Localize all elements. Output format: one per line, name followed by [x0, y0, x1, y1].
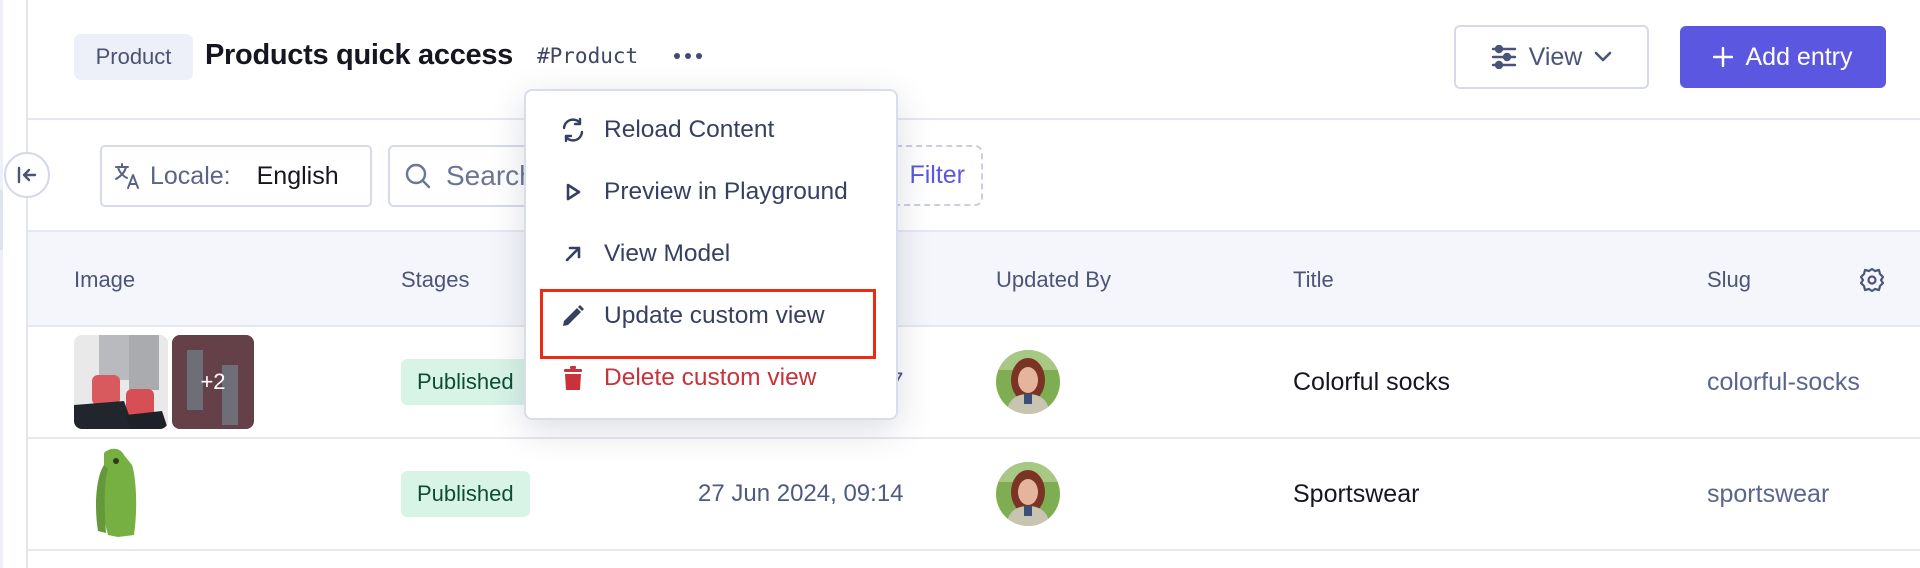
menu-item-label: Delete custom view	[604, 364, 817, 391]
ellipsis-icon	[685, 53, 691, 59]
column-header-updated-by[interactable]: Updated By	[996, 232, 1111, 327]
table-header: Image Stages Updated Updated By Title Sl…	[28, 230, 1920, 327]
menu-item-view-model[interactable]: View Model	[526, 223, 896, 285]
search-icon	[405, 163, 431, 189]
image-cell: +2	[74, 327, 254, 437]
entry-slug: colorful-socks	[1707, 367, 1860, 396]
socks-image	[74, 335, 168, 429]
socks-image-2[interactable]: +2	[172, 335, 254, 429]
table-row[interactable]: +2 Published 27 Jun 2024, 09:17	[28, 327, 1920, 439]
menu-item-label: Reload Content	[604, 116, 775, 143]
entry-slug: sportswear	[1707, 479, 1830, 508]
title-cell: Sportswear	[1293, 439, 1419, 549]
avatar	[996, 462, 1060, 526]
column-header-stages[interactable]: Stages	[401, 232, 470, 327]
updated-by-cell	[996, 327, 1060, 437]
updated-date: 27 Jun 2024, 09:14	[698, 480, 904, 507]
entry-title: Sportswear	[1293, 479, 1420, 508]
reload-icon	[560, 117, 586, 143]
ellipsis-icon	[674, 53, 680, 59]
table-row[interactable]: Published 27 Jun 2024, 09:14 Sportswear …	[28, 439, 1920, 551]
chevron-down-icon	[1595, 51, 1612, 62]
locale-select[interactable]: Locale: English	[100, 145, 372, 207]
model-api-id: #Product	[537, 44, 639, 68]
content-panel: Product Products quick access #Product V…	[26, 0, 1920, 568]
plus-icon	[1713, 47, 1734, 67]
updated-by-cell	[996, 439, 1060, 549]
page-header: Product Products quick access #Product V…	[28, 0, 1920, 120]
play-icon	[560, 179, 586, 205]
view-button-label: View	[1528, 42, 1583, 71]
menu-item-delete-custom-view[interactable]: Delete custom view	[526, 347, 896, 409]
status-badge: Published	[401, 359, 530, 405]
trash-icon	[560, 365, 586, 391]
gear-icon	[1859, 267, 1885, 292]
model-badge: Product	[74, 34, 193, 80]
menu-item-reload-content[interactable]: Reload Content	[526, 99, 896, 161]
slug-cell: sportswear	[1707, 439, 1829, 549]
hoodie-image	[74, 447, 168, 541]
page-title: Products quick access	[205, 39, 514, 71]
slug-cell: colorful-socks	[1707, 327, 1860, 437]
ellipsis-icon	[696, 53, 702, 59]
entry-title: Colorful socks	[1293, 367, 1450, 396]
table-settings-button[interactable]	[1858, 232, 1886, 327]
stage-cell: Published	[401, 439, 530, 549]
add-entry-button[interactable]: Add entry	[1680, 26, 1886, 88]
pencil-icon	[560, 303, 586, 329]
menu-item-label: View Model	[604, 240, 731, 267]
status-badge: Published	[401, 471, 530, 517]
sidebar-edge-mark	[0, 190, 3, 250]
add-entry-label: Add entry	[1745, 42, 1853, 71]
translate-icon	[115, 163, 139, 189]
column-header-image[interactable]: Image	[74, 232, 135, 327]
avatar	[996, 350, 1060, 414]
title-cell: Colorful socks	[1293, 327, 1450, 437]
menu-item-update-custom-view[interactable]: Update custom view	[526, 285, 896, 359]
stage-cell: Published	[401, 327, 530, 437]
menu-item-label: Preview in Playground	[604, 178, 848, 205]
arrow-up-right-icon	[560, 241, 586, 267]
sliders-icon	[1491, 45, 1516, 69]
menu-item-preview-in-playground[interactable]: Preview in Playground	[526, 161, 896, 223]
collapse-left-icon	[17, 166, 37, 184]
image-cell	[74, 439, 168, 549]
more-options-button[interactable]	[668, 40, 708, 72]
column-header-slug[interactable]: Slug	[1707, 232, 1751, 327]
more-options-menu: Reload Content Preview in Playground Vie…	[524, 89, 898, 420]
entries-table: Image Stages Updated Updated By Title Sl…	[28, 230, 1920, 551]
more-images-count: +2	[172, 335, 254, 429]
menu-item-label: Update custom view	[604, 302, 825, 329]
locale-label: Locale:	[150, 161, 231, 190]
locale-value: English	[256, 161, 339, 190]
sidebar-edge	[0, 0, 3, 568]
view-button[interactable]: View	[1454, 25, 1649, 89]
updated-cell: 27 Jun 2024, 09:14	[698, 439, 904, 549]
collapse-sidebar-button[interactable]	[4, 152, 50, 198]
column-header-title[interactable]: Title	[1293, 232, 1334, 327]
